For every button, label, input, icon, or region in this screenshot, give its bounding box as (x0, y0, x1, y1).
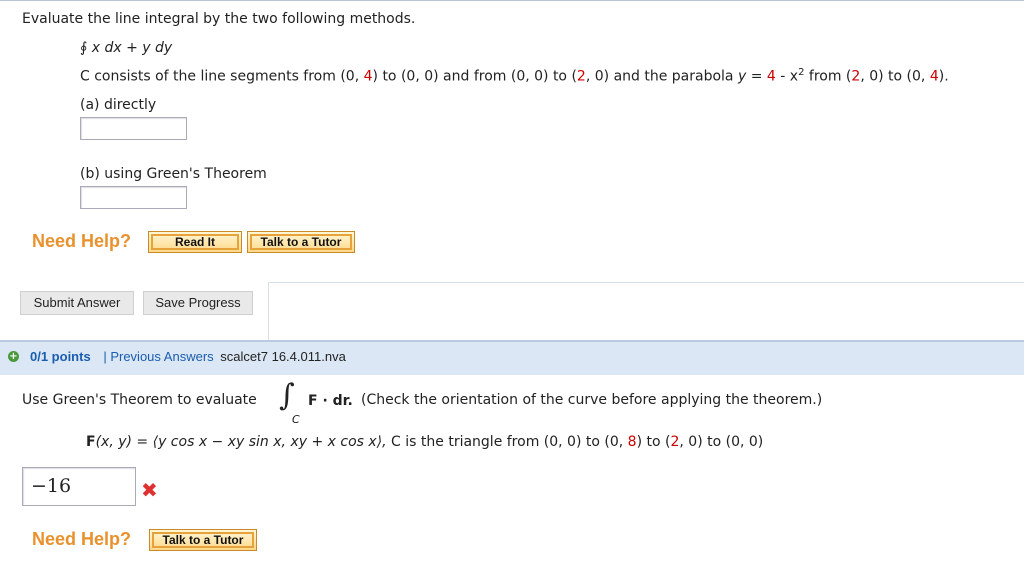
q2-talk-to-tutor-button[interactable]: Talk to a Tutor (149, 529, 257, 551)
incorrect-x-icon: ✖ (141, 478, 158, 502)
q1-instruction: Evaluate the line integral by the two fo… (22, 11, 416, 27)
orientation-note: (Check the orientation of the curve befo… (361, 392, 823, 408)
f-dot-dr: F · dr. (308, 393, 353, 409)
read-it-button[interactable]: Read It (148, 231, 242, 253)
need-help-label: Need Help? (32, 231, 132, 251)
part-b-answer-input[interactable] (80, 186, 187, 209)
part-b-label: (b) using Green's Theorem (80, 166, 267, 182)
top-divider (0, 0, 1024, 1)
q1-panel-frame (268, 282, 1024, 341)
part-a-label: (a) directly (80, 97, 157, 113)
vector-field-definition: F(x, y) = ⟨y cos x − xy sin x, xy + x co… (86, 434, 764, 450)
contour-integral-icon: ∮ (80, 40, 88, 56)
q2-instruction: Use Green's Theorem to evaluate (22, 392, 257, 408)
part-a-answer-input[interactable] (80, 117, 187, 140)
q1-curve-description: C consists of the line segments from (0,… (80, 67, 949, 85)
q1-integrand: x dx + y dy (91, 40, 173, 56)
q2-answer-value: −16 (31, 475, 72, 497)
problem-code: scalcet7 16.4.011.nva (220, 349, 346, 364)
q1-integral: ∮ x dx + y dy (80, 40, 172, 56)
previous-answers-link[interactable]: Previous Answers (110, 349, 213, 364)
integral-subscript: C (292, 413, 300, 426)
talk-to-tutor-button[interactable]: Talk to a Tutor (247, 231, 355, 253)
q2-answer-input[interactable]: −16 (22, 467, 136, 506)
q2-need-help-label: Need Help? (32, 529, 132, 549)
points-label: 0/1 points (30, 349, 91, 364)
q2-header: 0/1 points | Previous Answers scalcet7 1… (30, 349, 346, 364)
save-progress-button[interactable]: Save Progress (143, 291, 253, 315)
expand-plus-icon[interactable]: + (8, 351, 19, 362)
line-integral-icon: ∫ (279, 378, 295, 413)
submit-answer-button[interactable]: Submit Answer (20, 291, 134, 315)
